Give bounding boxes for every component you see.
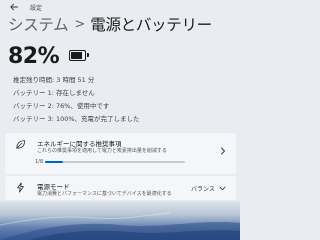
wallpaper-bloom — [0, 212, 240, 240]
recommendations-progress-bar — [45, 161, 185, 163]
battery-2-status: バッテリー 2: 76%、使用中です — [13, 102, 110, 110]
battery-info-list: 推定残り時間: 3 時間 51 分 バッテリー 1: 存在しません バッテリー … — [13, 74, 140, 126]
power-mode-dropdown[interactable]: バランス — [191, 183, 233, 194]
breadcrumb: システム > 電源とバッテリー — [8, 13, 212, 35]
power-mode-card: 電源モード 電力消費とパフォーマンスに基づいてデバイスを最適化する バランス — [5, 176, 236, 200]
battery-3-status: バッテリー 3: 100%、充電が完了しました — [13, 115, 140, 123]
recommendations-progress-fill — [45, 161, 63, 163]
desktop-wallpaper-strip — [0, 201, 240, 240]
energy-card-subtitle: これらの推奨事項を適用して電力と炭素排出量を削減する — [37, 148, 167, 154]
breadcrumb-system-link[interactable]: システム — [8, 13, 69, 35]
power-mode-value: バランス — [191, 186, 215, 193]
chevron-down-icon — [219, 186, 226, 191]
charge-percent: 82% — [8, 43, 60, 69]
app-title: 設定 — [30, 5, 43, 12]
leaf-icon — [16, 140, 26, 149]
back-arrow-icon[interactable] — [9, 2, 19, 12]
energy-recommendations-card[interactable]: エネルギーに関する推奨事項 これらの推奨事項を適用して電力と炭素排出量を削減する… — [5, 133, 236, 174]
battery-level-fill — [71, 51, 82, 59]
battery-terminal — [86, 53, 89, 57]
chevron-right-icon — [221, 147, 225, 155]
battery-icon — [69, 49, 89, 63]
page-title: 電源とバッテリー — [90, 16, 212, 34]
battery-1-status: バッテリー 1: 存在しません — [13, 89, 95, 97]
charge-summary: 82% — [8, 42, 89, 70]
power-icon — [17, 182, 24, 193]
title-bar: 設定 — [0, 0, 240, 14]
power-mode-subtitle: 電力消費とパフォーマンスに基づいてデバイスを最適化する — [37, 191, 172, 197]
estimated-time-remaining: 推定残り時間: 3 時間 51 分 — [13, 76, 95, 84]
breadcrumb-separator: > — [74, 16, 86, 32]
recommendations-progress-count: 1/8 — [35, 159, 44, 165]
